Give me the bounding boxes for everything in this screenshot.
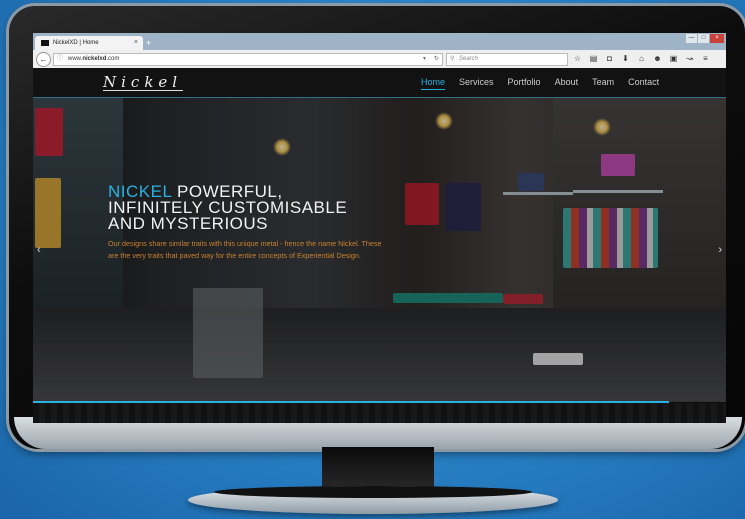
window-controls: — □ × [685,34,724,44]
url-dropdown-icon[interactable]: ▾ [423,54,426,65]
monitor-stand-neck [322,447,434,491]
nav-contact[interactable]: Contact [628,77,659,90]
share-icon[interactable]: ↝ [683,53,696,65]
slider-prev-icon[interactable]: ‹ [37,244,41,256]
tab-title: NickelXD | Home [53,40,99,46]
new-tab-button[interactable]: + [146,36,151,50]
site-favicon-icon [41,40,49,46]
browser-toolbar: ☆ ▤ ◘ ⬇ ⌂ ☻ ▣ ↝ ≡ [571,53,715,65]
nav-about[interactable]: About [555,77,579,90]
nav-team[interactable]: Team [592,77,614,90]
browser-nav-bar: ← ⓘ www.nickelxd.com ▾ ↻ ⚲ Search ☆ ▤ ◘ … [33,50,726,69]
chat-icon[interactable]: ☻ [651,53,664,65]
monitor-stand-base-top [214,486,532,498]
hero-description: Our designs share similar traits with th… [108,239,382,260]
hero-slider: NICKEL POWERFUL, INFINITELY CUSTOMISABLE… [33,98,726,402]
nav-home[interactable]: Home [421,77,446,90]
browser-tab[interactable]: NickelXD | Home × [35,36,143,50]
hero-caption: NICKEL POWERFUL, INFINITELY CUSTOMISABLE… [108,183,388,261]
search-placeholder: Search [459,56,479,62]
website: Nickel Home Services Portfolio About Tea… [33,68,726,423]
site-logo[interactable]: Nickel [103,73,182,91]
nav-services[interactable]: Services [459,77,494,90]
back-button[interactable]: ← [36,52,51,67]
pocket-icon[interactable]: ◘ [603,53,616,65]
extension-icon[interactable]: ▣ [667,53,680,65]
search-icon: ⚲ [450,56,455,62]
tab-close-button[interactable]: × [134,36,138,50]
menu-icon[interactable]: ≡ [699,53,712,65]
url-text: www.nickelxd.com [68,56,120,62]
reload-icon[interactable]: ↻ [434,54,439,65]
slider-next-icon[interactable]: › [718,244,722,256]
browser-tab-bar: NickelXD | Home × + — □ × [33,33,726,50]
minimize-button[interactable]: — [686,34,697,43]
maximize-button[interactable]: □ [698,34,709,43]
bookmarks-icon[interactable]: ▤ [587,53,600,65]
logo-underline [103,90,183,91]
star-icon[interactable]: ☆ [571,53,584,65]
hero-headline-line3: AND MYSTERIOUS [108,214,269,233]
download-icon[interactable]: ⬇ [619,53,632,65]
home-icon[interactable]: ⌂ [635,53,648,65]
nav-portfolio[interactable]: Portfolio [508,77,541,90]
monitor-screen: NickelXD | Home × + — □ × ← ⓘ www.nickel… [33,33,726,423]
close-window-button[interactable]: × [710,34,724,43]
search-input[interactable]: ⚲ Search [446,53,568,66]
section-divider [33,403,726,423]
site-nav: Home Services Portfolio About Team Conta… [421,77,673,90]
site-header: Nickel Home Services Portfolio About Tea… [33,68,726,98]
url-bar[interactable]: ⓘ www.nickelxd.com ▾ ↻ [53,53,443,66]
site-info-icon[interactable]: ⓘ [57,54,63,65]
